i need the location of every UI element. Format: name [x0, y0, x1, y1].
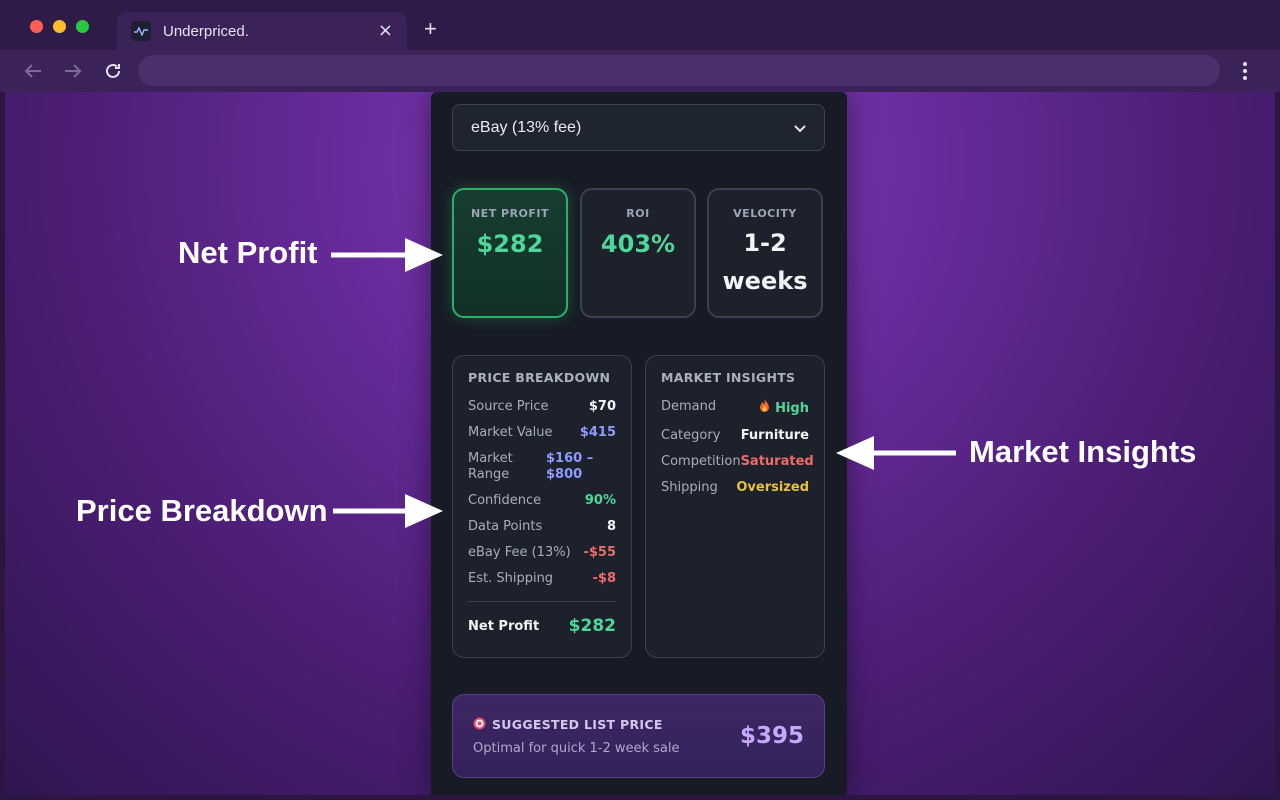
kebab-menu-icon[interactable]: [1236, 60, 1254, 82]
market-insights-card: MARKET INSIGHTS Demand High Category Fur…: [645, 355, 825, 658]
row-label: Market Value: [468, 425, 553, 440]
row-label: Confidence: [468, 493, 542, 508]
breakdown-row: Data Points 8: [468, 519, 616, 535]
row-value: High: [759, 399, 809, 418]
annotation-arrow-left-icon: [836, 436, 956, 470]
tab-bar: Underpriced. × +: [0, 0, 1280, 50]
annotation-arrow-right-icon: [331, 238, 443, 272]
stat-roi: ROI 403%: [580, 188, 696, 318]
suggested-price: $395: [739, 723, 804, 749]
annotation-net-profit: Net Profit: [178, 235, 318, 270]
breakdown-row: Market Value $415: [468, 425, 616, 441]
row-label-line: Market: [468, 451, 513, 466]
row-label: Source Price: [468, 399, 549, 414]
marketplace-select[interactable]: eBay (13% fee): [452, 104, 825, 151]
stat-net-profit: NET PROFIT $282: [452, 188, 568, 318]
row-label: Data Points: [468, 519, 543, 534]
close-tab-icon[interactable]: ×: [378, 22, 393, 40]
stat-label: ROI: [626, 207, 650, 220]
stat-value: 1-2 weeks: [709, 224, 821, 300]
new-tab-button[interactable]: +: [424, 16, 437, 42]
annotation-arrow-right-icon: [333, 494, 443, 528]
card-title: MARKET INSIGHTS: [661, 370, 796, 385]
row-label: Est. Shipping: [468, 571, 554, 586]
row-label: Shipping: [661, 480, 718, 495]
target-icon: [473, 717, 486, 733]
breakdown-row: eBay Fee (13%) -$55: [468, 545, 616, 561]
suggested-text: SUGGESTED LIST PRICE Optimal for quick 1…: [473, 717, 680, 756]
breakdown-row: Confidence 90%: [468, 493, 616, 509]
suggested-list-price-card: SUGGESTED LIST PRICE Optimal for quick 1…: [452, 694, 825, 778]
maximize-window-button[interactable]: [76, 20, 89, 33]
insight-row: Category Furniture: [661, 428, 809, 444]
breakdown-row: Est. Shipping -$8: [468, 571, 616, 587]
row-value-text: High: [775, 400, 809, 416]
extension-panel: eBay (13% fee) NET PROFIT $282 ROI 403% …: [431, 92, 847, 795]
annotation-market-insights: Market Insights: [969, 434, 1197, 469]
chevron-down-icon: [794, 118, 806, 137]
browser-chrome: Underpriced. × +: [0, 0, 1280, 92]
insight-row: Competition Saturated: [661, 454, 814, 470]
row-value: Oversized: [736, 480, 809, 495]
row-value: 90%: [584, 493, 616, 508]
total-value: $282: [568, 616, 616, 636]
insight-row: Shipping Oversized: [661, 480, 809, 496]
stat-value-line: weeks: [722, 267, 808, 295]
row-value: $160 – $800: [546, 451, 616, 483]
nav-controls: [22, 60, 124, 82]
reload-icon[interactable]: [102, 60, 124, 82]
stat-value: 403%: [600, 230, 676, 258]
stat-value: $282: [476, 230, 544, 258]
row-value: Saturated: [740, 454, 814, 469]
forward-arrow-icon[interactable]: [62, 60, 84, 82]
page-viewport: eBay (13% fee) NET PROFIT $282 ROI 403% …: [5, 92, 1275, 795]
minimize-window-button[interactable]: [53, 20, 66, 33]
price-breakdown-card: PRICE BREAKDOWN Source Price $70 Market …: [452, 355, 632, 658]
suggested-title: SUGGESTED LIST PRICE: [473, 717, 680, 733]
fire-icon: [759, 399, 770, 418]
row-value-line: $800: [546, 467, 583, 482]
pulse-icon: [131, 21, 151, 41]
breakdown-row: Market Range $160 – $800: [468, 451, 616, 483]
row-value: -$8: [592, 571, 617, 586]
row-label: Competition: [661, 454, 741, 469]
tab-title: Underpriced.: [163, 22, 249, 40]
suggested-title-text: SUGGESTED LIST PRICE: [492, 717, 663, 732]
row-value: -$55: [583, 545, 616, 560]
row-label: Category: [661, 428, 721, 443]
row-value: $415: [579, 425, 616, 440]
row-value: $70: [588, 399, 616, 414]
back-arrow-icon[interactable]: [22, 60, 44, 82]
row-value: Furniture: [740, 428, 809, 443]
total-label: Net Profit: [468, 618, 540, 634]
breakdown-row: Source Price $70: [468, 399, 616, 415]
window-controls: [30, 20, 89, 33]
divider: [468, 601, 616, 602]
row-value-line: $160 –: [546, 451, 594, 466]
address-bar[interactable]: [138, 55, 1220, 86]
row-label: eBay Fee (13%): [468, 545, 571, 560]
row-label: Demand: [661, 399, 717, 414]
card-title: PRICE BREAKDOWN: [468, 370, 611, 385]
stat-value-line: 1-2: [743, 229, 787, 257]
suggested-subtitle: Optimal for quick 1-2 week sale: [473, 740, 680, 756]
row-value: 8: [606, 519, 616, 534]
stat-velocity: VELOCITY 1-2 weeks: [707, 188, 823, 318]
net-profit-total: Net Profit $282: [468, 616, 616, 636]
active-tab[interactable]: Underpriced. ×: [117, 12, 407, 50]
stat-label: VELOCITY: [733, 207, 797, 220]
annotation-price-breakdown: Price Breakdown: [76, 493, 328, 528]
insight-row: Demand High: [661, 399, 809, 418]
row-label: Market Range: [468, 451, 513, 483]
row-label-line: Range: [468, 467, 510, 482]
marketplace-select-value: eBay (13% fee): [471, 118, 582, 136]
stat-label: NET PROFIT: [470, 207, 550, 220]
close-window-button[interactable]: [30, 20, 43, 33]
